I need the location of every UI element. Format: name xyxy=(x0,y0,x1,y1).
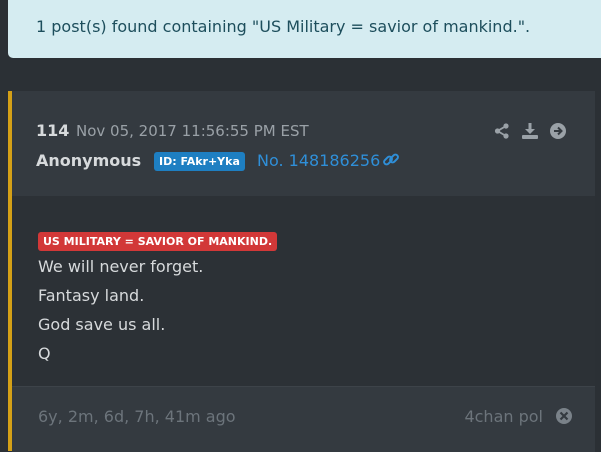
post-footer: 6y, 2m, 6d, 7h, 41m ago 4chan pol xyxy=(12,386,595,452)
post-index: 114 xyxy=(36,121,70,140)
post-board[interactable]: 4chan pol xyxy=(464,407,543,426)
post-age: 6y, 2m, 6d, 7h, 41m ago xyxy=(38,407,236,426)
post-author: Anonymous xyxy=(36,151,142,170)
post-actions xyxy=(493,122,567,140)
post-date: Nov 05, 2017 11:56:55 PM EST xyxy=(76,122,309,140)
download-icon[interactable] xyxy=(521,122,539,140)
post-number-link[interactable]: No. 148186256 xyxy=(257,151,380,170)
post-header: 114 Nov 05, 2017 11:56:55 PM EST Anonymo… xyxy=(12,91,595,196)
post-line: God save us all. xyxy=(38,315,166,334)
close-circle-icon[interactable] xyxy=(555,407,573,425)
poster-id-badge[interactable]: ID: FAkr+Yka xyxy=(154,152,245,171)
post-body: US MILITARY = SAVIOR OF MANKIND. We will… xyxy=(12,196,595,386)
search-result-banner: 1 post(s) found containing "US Military … xyxy=(8,0,601,58)
arrow-circle-right-icon[interactable] xyxy=(549,122,567,140)
highlight-tag: US MILITARY = SAVIOR OF MANKIND. xyxy=(38,232,278,251)
post-line: Q xyxy=(38,344,51,363)
post-line: We will never forget. xyxy=(38,257,204,276)
share-icon[interactable] xyxy=(493,122,511,140)
link-icon[interactable] xyxy=(382,151,400,169)
post-card: 114 Nov 05, 2017 11:56:55 PM EST Anonymo… xyxy=(8,91,595,452)
post-line: Fantasy land. xyxy=(38,286,145,305)
